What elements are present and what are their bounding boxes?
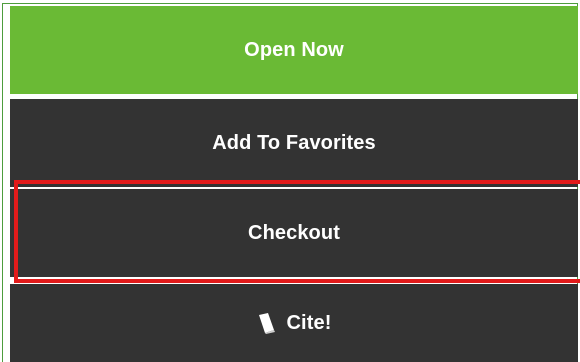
open-now-label: Open Now <box>244 38 344 61</box>
checkout-button[interactable]: Checkout <box>10 189 578 277</box>
cite-content: Cite! <box>257 312 332 335</box>
book-icon <box>257 312 277 334</box>
add-to-favorites-button[interactable]: Add To Favorites <box>10 99 578 187</box>
add-to-favorites-label: Add To Favorites <box>212 131 376 154</box>
checkout-label: Checkout <box>248 221 340 244</box>
cite-label: Cite! <box>286 311 332 334</box>
open-now-button[interactable]: Open Now <box>10 6 578 94</box>
cite-button[interactable]: Cite! <box>10 284 578 362</box>
